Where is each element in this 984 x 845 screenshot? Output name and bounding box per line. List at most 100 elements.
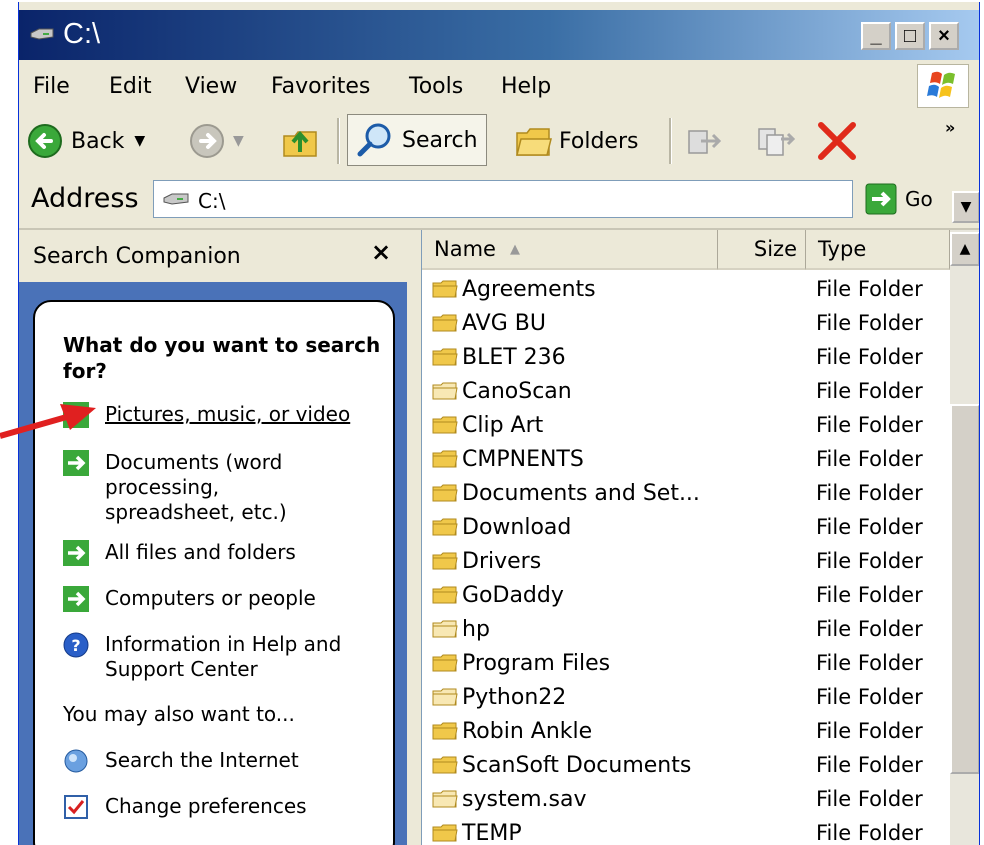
file-row[interactable]: Clip Art File Folder [422, 408, 962, 442]
folder-icon [432, 756, 458, 774]
file-name-cell: ScanSoft Documents [432, 748, 691, 782]
file-type: File Folder [816, 787, 923, 811]
file-row[interactable]: BLET 236 File Folder [422, 340, 962, 374]
file-row[interactable]: Documents and Set... File Folder [422, 476, 962, 510]
go-button[interactable]: Go [865, 180, 933, 218]
search-option-help-center[interactable]: ? Information in Help and Support Center [63, 632, 355, 682]
forward-dropdown-icon[interactable]: ▼ [233, 133, 244, 149]
menu-help[interactable]: Help [501, 74, 551, 99]
delete-button[interactable] [815, 110, 859, 172]
close-button[interactable]: × [929, 22, 959, 50]
back-button[interactable]: Back ▼ [27, 110, 145, 172]
file-row[interactable]: GoDaddy File Folder [422, 578, 962, 612]
search-option-documents[interactable]: Documents (word processing, spreadsheet,… [63, 450, 355, 525]
red-annotation-arrow [0, 404, 96, 439]
column-header-label: Name [434, 237, 496, 261]
option-label: Search the Internet [105, 748, 299, 772]
file-type: File Folder [816, 379, 923, 403]
option-label: Information in Help and Support Center [105, 632, 342, 681]
file-row[interactable]: Robin Ankle File Folder [422, 714, 962, 748]
back-dropdown-icon[interactable]: ▼ [134, 133, 145, 149]
option-label: Change preferences [105, 794, 307, 818]
file-type: File Folder [816, 583, 923, 607]
column-header-size[interactable]: Size [718, 230, 806, 270]
file-name-cell: Robin Ankle [432, 714, 592, 748]
vertical-scrollbar[interactable]: ▲ [950, 230, 979, 845]
column-header-label: Size [753, 237, 797, 261]
search-label: Search [402, 127, 478, 153]
folders-button[interactable]: Folders [515, 110, 638, 172]
address-input[interactable]: C:\ ▼ [153, 180, 979, 223]
menu-tools[interactable]: Tools [409, 74, 463, 99]
toolbar-overflow-icon[interactable]: » [945, 96, 955, 158]
folder-icon [432, 586, 458, 604]
file-name: Program Files [462, 650, 611, 676]
file-type: File Folder [816, 311, 923, 335]
column-header-name[interactable]: Name ▲ [422, 230, 718, 270]
copy-to-button[interactable] [755, 110, 795, 172]
file-name: CanoScan [462, 378, 572, 404]
column-header-type[interactable]: Type [806, 230, 950, 270]
file-row[interactable]: Python22 File Folder [422, 680, 962, 714]
pane-splitter[interactable] [407, 230, 421, 845]
menu-view[interactable]: View [185, 74, 237, 99]
file-row[interactable]: Download File Folder [422, 510, 962, 544]
file-row[interactable]: CanoScan File Folder [422, 374, 962, 408]
file-name-cell: Documents and Set... [432, 476, 700, 510]
menu-file[interactable]: File [33, 74, 70, 99]
delete-x-icon [818, 122, 856, 160]
file-row[interactable]: hp File Folder [422, 612, 962, 646]
file-name-cell: Download [432, 510, 571, 544]
search-companion-close-button[interactable]: × [371, 238, 391, 266]
folders-label: Folders [559, 128, 639, 154]
file-row[interactable]: Drivers File Folder [422, 544, 962, 578]
file-row[interactable]: TEMP File Folder [422, 816, 962, 845]
help-question-icon: ? [63, 632, 89, 658]
forward-button[interactable]: ▼ [189, 110, 244, 172]
change-preferences-link[interactable]: Change preferences [63, 794, 355, 820]
file-list-pane: Name ▲ Size Type Agreements File Folder AV… [421, 230, 979, 845]
move-to-button[interactable] [685, 110, 723, 172]
title-bar[interactable]: C:\ _ □ × [19, 10, 979, 60]
file-name-cell: BLET 236 [432, 340, 566, 374]
explorer-window: C:\ _ □ × File Edit View Favorites Tools… [18, 2, 980, 845]
file-name: TEMP [462, 820, 522, 845]
internet-search-icon [64, 749, 88, 773]
scroll-up-icon[interactable]: ▲ [950, 232, 979, 266]
file-row[interactable]: Program Files File Folder [422, 646, 962, 680]
search-option-all-files[interactable]: All files and folders [63, 540, 355, 566]
file-row[interactable]: system.sav File Folder [422, 782, 962, 816]
menu-edit[interactable]: Edit [109, 74, 152, 99]
file-name: BLET 236 [462, 344, 566, 370]
scrollbar-thumb[interactable] [950, 404, 979, 774]
file-name-cell: Drivers [432, 544, 541, 578]
file-name-cell: Python22 [432, 680, 566, 714]
folders-icon [516, 128, 552, 156]
file-type: File Folder [816, 447, 923, 471]
option-label: Documents (word processing, spreadsheet,… [105, 450, 287, 524]
search-button[interactable]: Search [347, 114, 487, 166]
file-name: hp [462, 616, 490, 642]
search-option-computers-people[interactable]: Computers or people [63, 586, 355, 612]
folder-icon [432, 518, 458, 536]
file-type: File Folder [816, 515, 923, 539]
folder-icon [432, 722, 458, 740]
address-dropdown-icon[interactable]: ▼ [952, 191, 979, 223]
file-row[interactable]: AVG BU File Folder [422, 306, 962, 340]
move-to-icon [688, 130, 722, 154]
file-row[interactable]: ScanSoft Documents File Folder [422, 748, 962, 782]
option-label: Pictures, music, or video [105, 402, 351, 426]
file-type: File Folder [816, 549, 923, 573]
search-internet-link[interactable]: Search the Internet [63, 748, 355, 774]
menu-favorites[interactable]: Favorites [271, 74, 370, 99]
address-bar: Address C:\ ▼ Go [19, 172, 979, 230]
maximize-button[interactable]: □ [895, 22, 925, 50]
minimize-button[interactable]: _ [861, 22, 891, 50]
file-name: AVG BU [462, 310, 546, 336]
file-name: Clip Art [462, 412, 544, 438]
forward-arrow-icon [190, 124, 224, 158]
copy-to-icon [758, 128, 795, 156]
file-row[interactable]: CMPNENTS File Folder [422, 442, 962, 476]
up-folder-button[interactable] [281, 110, 319, 172]
file-row[interactable]: Agreements File Folder [422, 272, 962, 306]
